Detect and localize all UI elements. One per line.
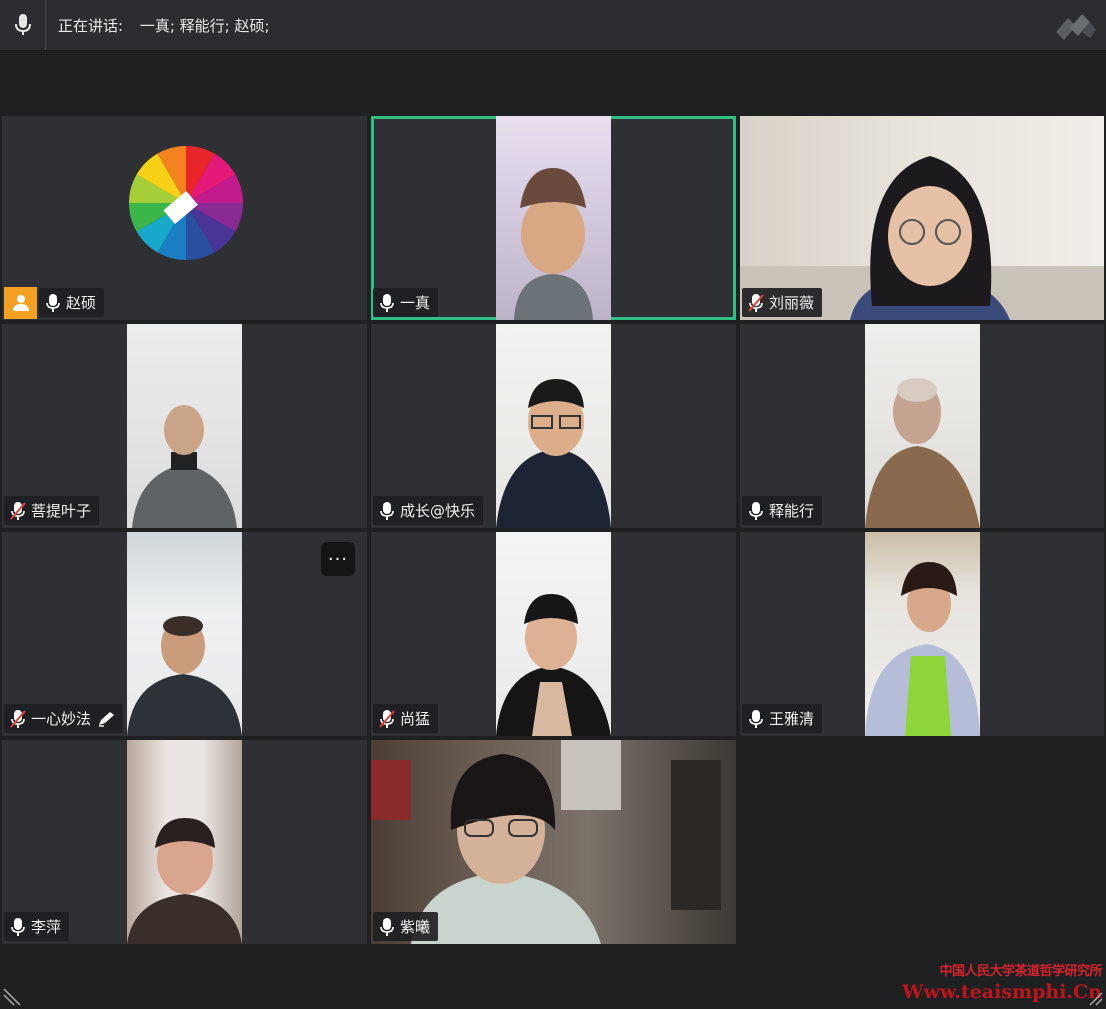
more-options-button[interactable]: ··· (321, 542, 355, 576)
participant-video (127, 324, 242, 528)
watermark: 中国人民大学茶道哲学研究所 Www.teaismphi.Cn (902, 960, 1102, 1003)
participant-video (496, 116, 611, 320)
participant-tile[interactable]: 菩提叶子 (2, 324, 367, 528)
participant-video (496, 324, 611, 528)
participant-label: 释能行 (742, 496, 823, 525)
microphone-icon (380, 917, 394, 936)
app-logo-icon (1056, 14, 1096, 40)
participant-tile[interactable]: 刘丽薇 (740, 116, 1104, 320)
participant-tile[interactable]: ··· 一心妙法 (2, 532, 367, 736)
microphone-icon (46, 293, 60, 312)
microphone-icon (749, 501, 763, 520)
participant-tile-active[interactable]: 一真 (371, 116, 736, 320)
microphone-icon[interactable] (0, 0, 46, 50)
participant-name: 释能行 (769, 502, 815, 520)
muted-microphone-icon (748, 293, 764, 312)
muted-microphone-icon (10, 709, 26, 728)
participant-video (127, 740, 242, 944)
participant-tile[interactable]: 李萍 (2, 740, 367, 944)
watermark-line1: 中国人民大学茶道哲学研究所 (939, 964, 1102, 979)
participant-tile[interactable]: 王雅清 (740, 532, 1104, 736)
participant-name: 李萍 (31, 918, 62, 936)
participant-tile[interactable]: 成长@快乐 (371, 324, 736, 528)
participant-label: 菩提叶子 (4, 496, 100, 525)
participant-video (865, 532, 980, 736)
participant-label: 成长@快乐 (373, 496, 484, 525)
participant-name: 赵硕 (66, 294, 97, 312)
participant-video (865, 324, 980, 528)
participant-label: 赵硕 (39, 288, 105, 317)
participant-name: 成长@快乐 (400, 502, 476, 520)
microphone-icon (380, 293, 394, 312)
resize-handle-icon[interactable] (2, 985, 24, 1007)
participant-video (496, 532, 611, 736)
host-badge-icon (4, 287, 37, 319)
video-grid: 赵硕 一真 刘丽薇 菩提叶子 成长@快乐 释能行 ··· 一心妙法 尚猛 王雅清… (0, 114, 1106, 946)
spacer (0, 51, 1106, 114)
participant-name: 尚猛 (400, 710, 431, 728)
participant-tile[interactable]: 赵硕 (2, 116, 367, 320)
microphone-icon (749, 709, 763, 728)
microphone-icon (380, 501, 394, 520)
participant-name: 王雅清 (769, 710, 815, 728)
participant-name: 一真 (400, 294, 431, 312)
participant-tile[interactable]: 紫曦 (371, 740, 736, 944)
participant-label: 尚猛 (373, 704, 439, 733)
muted-microphone-icon (379, 709, 395, 728)
participant-label: 紫曦 (373, 912, 439, 941)
watermark-line2: Www.teaismphi.Cn (902, 981, 1102, 1003)
speaking-indicator: 正在讲话: 一真; 释能行; 赵硕; (58, 15, 270, 36)
participant-tile[interactable]: 释能行 (740, 324, 1104, 528)
participant-name: 菩提叶子 (31, 502, 92, 520)
speaking-bar: 正在讲话: 一真; 释能行; 赵硕; (0, 0, 1106, 51)
muted-microphone-icon (10, 501, 26, 520)
participant-name: 紫曦 (400, 918, 431, 936)
participant-name: 一心妙法 (31, 710, 92, 728)
participant-tile[interactable]: 尚猛 (371, 532, 736, 736)
participant-label: 一真 (373, 288, 439, 317)
resize-grip-icon[interactable] (1086, 989, 1104, 1007)
participant-video (127, 532, 242, 736)
participant-label: 李萍 (4, 912, 70, 941)
speaking-names: 一真; 释能行; 赵硕; (139, 16, 270, 35)
participant-name: 刘丽薇 (769, 294, 815, 312)
participant-label: 刘丽薇 (742, 288, 823, 317)
speaking-label: 正在讲话: (58, 16, 124, 35)
participant-label: 王雅清 (742, 704, 823, 733)
microphone-icon (11, 917, 25, 936)
annotate-pen-icon[interactable] (97, 711, 115, 727)
participant-label: 一心妙法 (4, 704, 124, 733)
color-wheel-avatar-icon (128, 145, 244, 261)
